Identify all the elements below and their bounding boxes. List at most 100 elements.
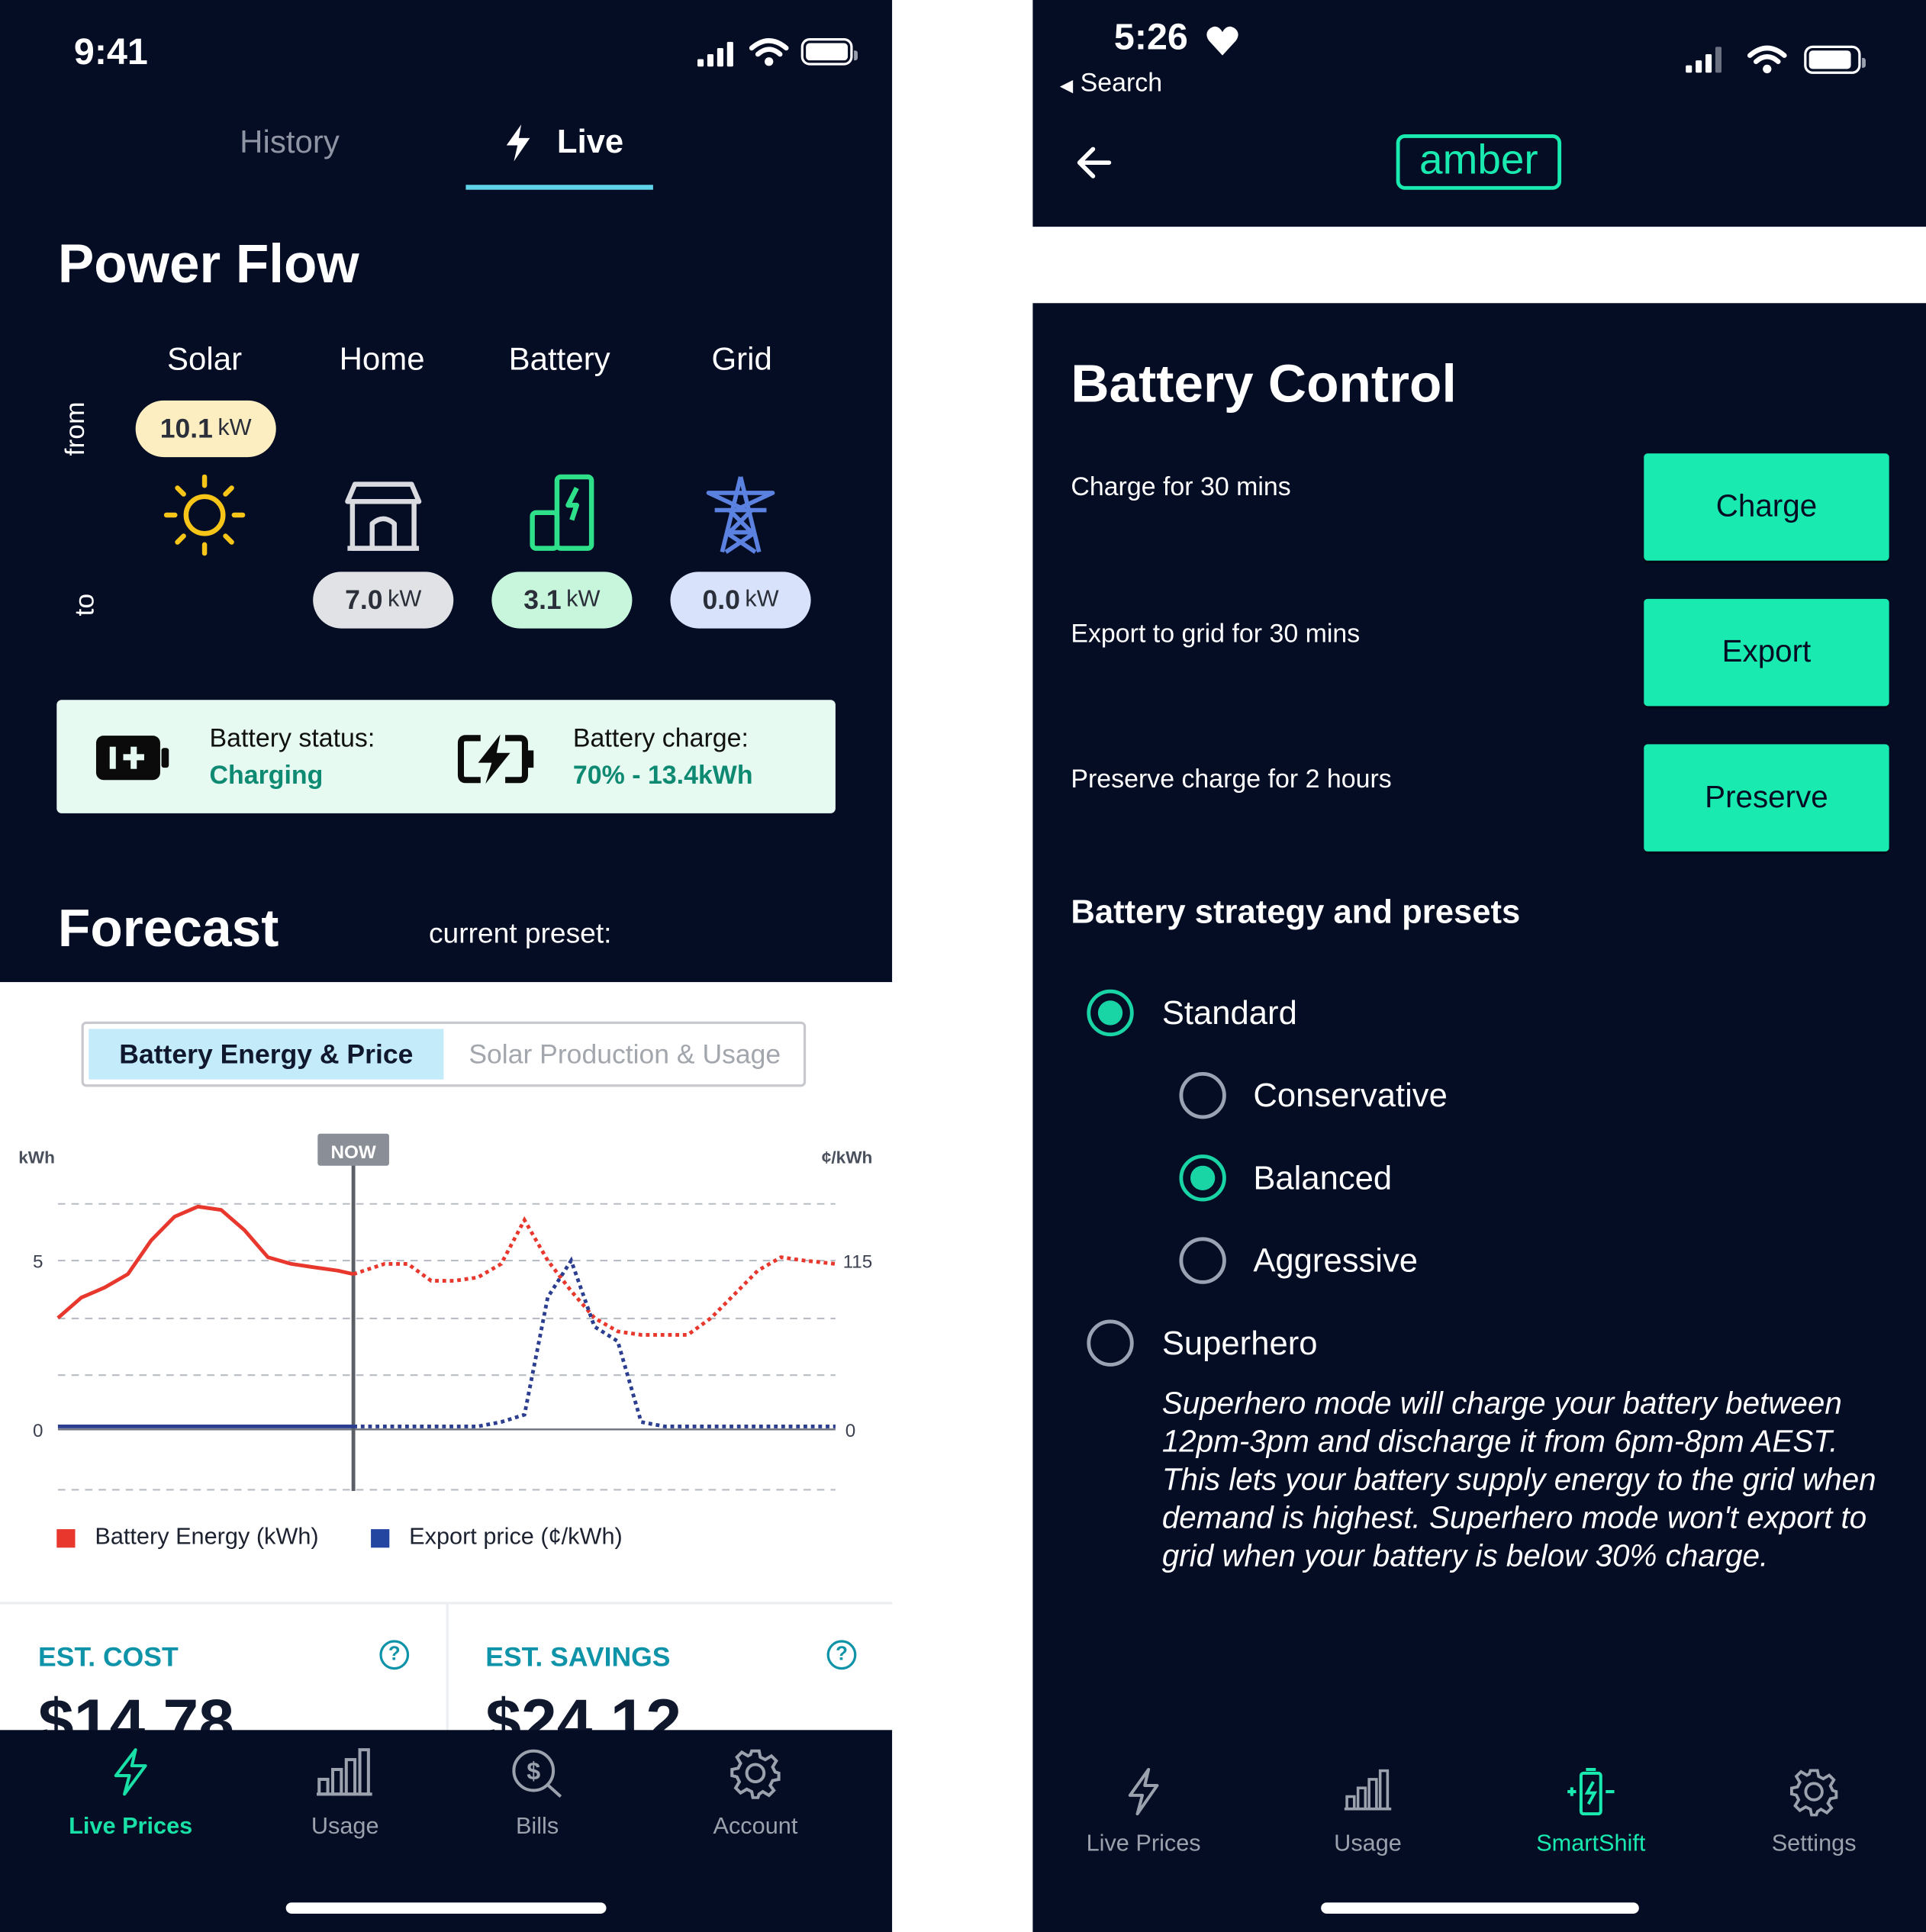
gear-icon <box>730 1749 781 1800</box>
bar-chart-icon <box>317 1748 372 1796</box>
column-solar: Solar <box>167 340 243 378</box>
charge-button[interactable]: Charge <box>1644 453 1889 561</box>
tab-usage[interactable]: Usage <box>1294 1767 1442 1859</box>
tab-usage[interactable]: Usage <box>271 1747 419 1841</box>
battery-storage-icon <box>530 474 594 551</box>
from-label: from <box>59 401 90 456</box>
battery-energy-line-actual <box>56 1204 354 1320</box>
solar-power-value: 10.1 <box>159 412 213 444</box>
radio-superhero[interactable] <box>1087 1319 1134 1367</box>
tab-settings[interactable]: Settings <box>1740 1767 1888 1859</box>
tab-live-prices[interactable]: Live Prices <box>56 1747 205 1841</box>
tab-live-prices[interactable]: Live Prices <box>1070 1767 1218 1859</box>
preserve-button[interactable]: Preserve <box>1644 744 1889 852</box>
battery-status-icon <box>1804 45 1866 74</box>
battery-power-pill: 3.1 kW <box>491 572 633 629</box>
bottom-tab-bar: Live Prices Usage $ Bills Account <box>0 1730 893 1932</box>
column-battery: Battery <box>508 340 610 378</box>
y-tick-right: 115 <box>843 1252 873 1273</box>
grid-power-value: 0.0 <box>702 584 740 615</box>
right-phone-screen: 5:26 ◀ Search amber Battery Control Char… <box>1032 0 1926 1932</box>
power-flow-title: Power Flow <box>57 233 359 295</box>
preset-superhero-label: Superhero <box>1161 1325 1318 1362</box>
legend-export-swatch <box>371 1529 390 1548</box>
help-icon[interactable]: ? <box>379 1640 410 1670</box>
tab-history[interactable]: History <box>210 123 370 161</box>
tab-label: SmartShift <box>1536 1831 1646 1857</box>
back-triangle-icon: ◀ <box>1059 75 1074 95</box>
tab-smartshift[interactable]: SmartShift <box>1517 1767 1665 1859</box>
tab-account[interactable]: Account <box>681 1747 829 1841</box>
amber-logo: amber <box>1396 134 1562 190</box>
lightning-icon <box>1128 1767 1159 1816</box>
export-description: Export to grid for 30 mins <box>1071 620 1361 649</box>
export-button[interactable]: Export <box>1644 598 1889 707</box>
legend-export-price: Export price (¢/kWh) <box>409 1524 623 1550</box>
column-home: Home <box>339 340 425 378</box>
sun-icon <box>163 474 246 556</box>
legend-battery-swatch <box>56 1529 76 1548</box>
svg-text:$: $ <box>527 1757 540 1785</box>
legend-battery-energy: Battery Energy (kWh) <box>95 1524 319 1550</box>
radio-conservative[interactable] <box>1179 1071 1226 1119</box>
preserve-description: Preserve charge for 2 hours <box>1071 765 1392 794</box>
tab-label: Live Prices <box>1086 1831 1201 1857</box>
superhero-description: Superhero mode will charge your battery … <box>1161 1386 1876 1574</box>
heart-icon <box>1206 26 1238 56</box>
back-app-label: Search <box>1080 69 1163 98</box>
home-power-unit: kW <box>388 586 422 613</box>
home-icon <box>345 481 422 551</box>
radio-aggressive[interactable] <box>1179 1237 1226 1284</box>
to-label: to <box>69 593 100 617</box>
forecast-title: Forecast <box>57 899 279 959</box>
tab-solar-production-usage[interactable]: Solar Production & Usage <box>449 1029 801 1079</box>
y-axis-right-label: ¢/kWh <box>822 1148 873 1167</box>
grid-power-pill: 0.0 kW <box>670 572 811 629</box>
bar-chart-icon <box>1344 1769 1392 1811</box>
battery-energy-line-forecast <box>353 1216 836 1337</box>
battery-bolt-icon <box>457 734 534 784</box>
forecast-segmented-control: Battery Energy & Price Solar Production … <box>81 1021 807 1087</box>
tab-live-label: Live <box>556 123 624 160</box>
battery-power-unit: kW <box>566 586 601 613</box>
home-indicator <box>285 1902 607 1914</box>
bills-search-icon: $ <box>512 1749 562 1798</box>
y-tick-right: 0 <box>845 1421 855 1441</box>
back-arrow-icon[interactable] <box>1074 146 1112 180</box>
y-tick-left: 0 <box>33 1421 43 1441</box>
battery-status-label: Battery status: <box>209 724 375 753</box>
tab-label: Account <box>713 1814 798 1840</box>
status-time: 5:26 <box>1113 17 1188 58</box>
forecast-chart: kWh ¢/kWh 5 0 115 0 NOW <box>18 1133 873 1492</box>
battery-charge-value: 70% - 13.4kWh <box>572 762 753 791</box>
current-preset-label: current preset: <box>428 916 612 949</box>
radio-standard[interactable] <box>1087 989 1134 1037</box>
smartshift-battery-icon <box>1567 1767 1615 1816</box>
radio-balanced[interactable] <box>1179 1154 1226 1202</box>
grid-power-unit: kW <box>745 586 779 613</box>
tab-label: Live Prices <box>69 1814 193 1840</box>
est-cost-label: EST. COST <box>38 1641 179 1673</box>
tab-label: Bills <box>515 1814 559 1840</box>
battery-info-card: Battery status: Charging Battery charge:… <box>56 700 836 813</box>
strategy-title: Battery strategy and presets <box>1071 893 1521 931</box>
active-tab-indicator <box>465 185 653 190</box>
tab-live[interactable]: Live <box>465 118 653 192</box>
tab-bills[interactable]: $ Bills <box>463 1747 611 1841</box>
charge-description: Charge for 30 mins <box>1071 473 1291 502</box>
home-power-pill: 7.0 kW <box>313 572 454 629</box>
y-tick-left: 5 <box>33 1252 43 1273</box>
signal-icon <box>697 41 739 67</box>
preset-aggressive-label: Aggressive <box>1253 1241 1419 1280</box>
home-indicator <box>1321 1902 1639 1914</box>
help-icon[interactable]: ? <box>826 1640 857 1670</box>
back-to-app-link[interactable]: ◀ Search <box>1060 69 1162 98</box>
tab-battery-energy-price[interactable]: Battery Energy & Price <box>89 1029 444 1080</box>
status-time: 9:41 <box>73 31 148 73</box>
divider <box>446 1602 449 1738</box>
home-power-value: 7.0 <box>345 584 383 615</box>
tab-label: Usage <box>1334 1831 1402 1857</box>
battery-charge-label: Battery charge: <box>572 724 749 753</box>
left-phone-screen: 9:41 History Live Power Flow from to Sol… <box>0 0 893 1932</box>
y-axis-left-label: kWh <box>18 1148 55 1167</box>
